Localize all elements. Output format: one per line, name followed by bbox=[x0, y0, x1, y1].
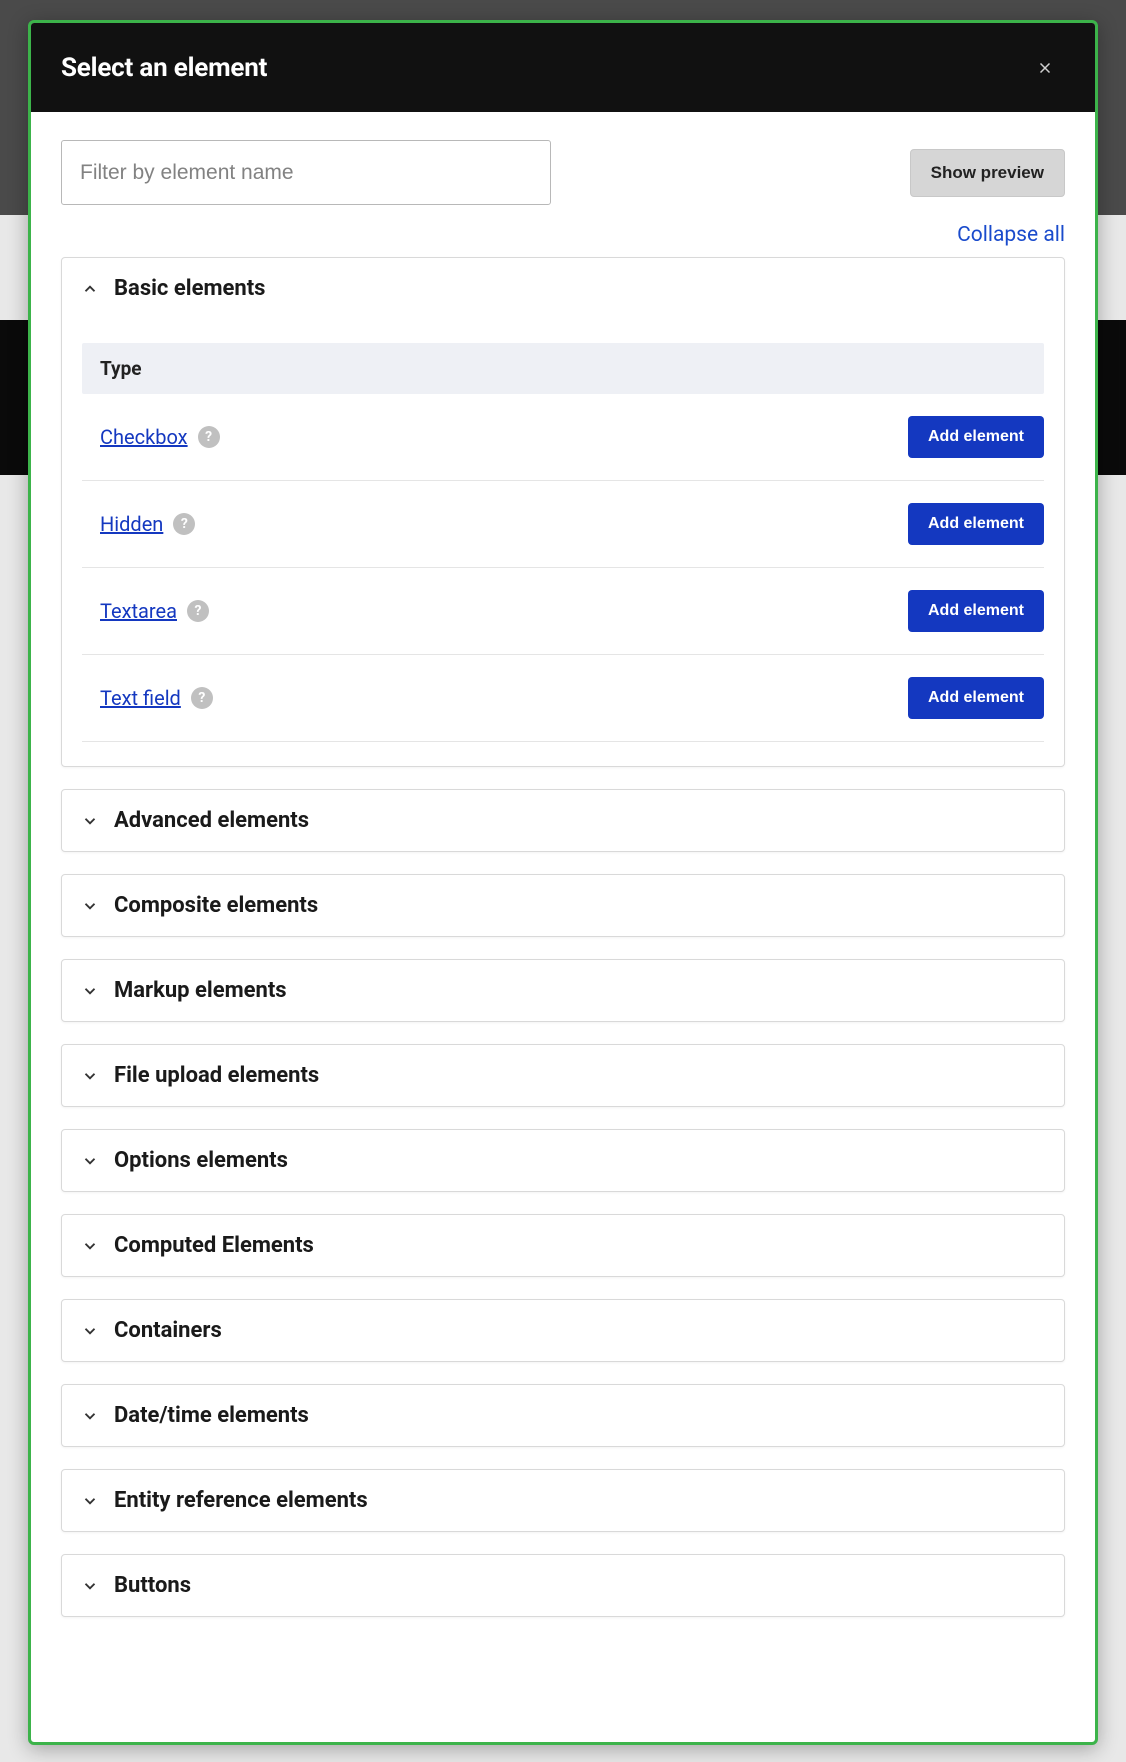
section-entity-reference-elements: Entity reference elements bbox=[61, 1469, 1065, 1532]
add-element-button[interactable]: Add element bbox=[908, 590, 1044, 632]
element-left: Hidden ? bbox=[100, 512, 195, 536]
chevron-down-icon bbox=[80, 1321, 100, 1341]
element-row-text-field: Text field ? Add element bbox=[82, 655, 1044, 742]
section-title: File upload elements bbox=[114, 1063, 319, 1088]
add-element-button[interactable]: Add element bbox=[908, 416, 1044, 458]
close-icon bbox=[1036, 59, 1054, 77]
section-header-entity-ref[interactable]: Entity reference elements bbox=[62, 1470, 1064, 1531]
section-buttons: Buttons bbox=[61, 1554, 1065, 1617]
modal-header: Select an element bbox=[31, 23, 1095, 112]
chevron-down-icon bbox=[80, 1576, 100, 1596]
chevron-down-icon bbox=[80, 1236, 100, 1256]
section-header-containers[interactable]: Containers bbox=[62, 1300, 1064, 1361]
section-header-composite[interactable]: Composite elements bbox=[62, 875, 1064, 936]
section-containers: Containers bbox=[61, 1299, 1065, 1362]
section-title: Containers bbox=[114, 1318, 222, 1343]
add-element-button[interactable]: Add element bbox=[908, 677, 1044, 719]
section-file-upload-elements: File upload elements bbox=[61, 1044, 1065, 1107]
show-preview-button[interactable]: Show preview bbox=[910, 149, 1065, 197]
chevron-down-icon bbox=[80, 1066, 100, 1086]
select-element-modal: Select an element Show preview Collapse … bbox=[28, 20, 1098, 1745]
type-column-header: Type bbox=[82, 343, 1044, 394]
element-link-checkbox[interactable]: Checkbox bbox=[100, 425, 188, 449]
add-element-button[interactable]: Add element bbox=[908, 503, 1044, 545]
section-body-basic: Type Checkbox ? Add element Hidden ? Add… bbox=[62, 319, 1064, 766]
section-title: Computed Elements bbox=[114, 1233, 314, 1258]
section-markup-elements: Markup elements bbox=[61, 959, 1065, 1022]
section-title: Entity reference elements bbox=[114, 1488, 368, 1513]
element-left: Textarea ? bbox=[100, 599, 209, 623]
section-header-buttons[interactable]: Buttons bbox=[62, 1555, 1064, 1616]
element-left: Checkbox ? bbox=[100, 425, 220, 449]
section-header-options[interactable]: Options elements bbox=[62, 1130, 1064, 1191]
element-row-textarea: Textarea ? Add element bbox=[82, 568, 1044, 655]
collapse-row: Collapse all bbox=[61, 223, 1065, 247]
section-title: Composite elements bbox=[114, 893, 318, 918]
section-composite-elements: Composite elements bbox=[61, 874, 1065, 937]
chevron-down-icon bbox=[80, 1406, 100, 1426]
collapse-all-link[interactable]: Collapse all bbox=[957, 223, 1065, 247]
section-options-elements: Options elements bbox=[61, 1129, 1065, 1192]
top-row: Show preview bbox=[61, 140, 1065, 205]
chevron-down-icon bbox=[80, 1151, 100, 1171]
chevron-up-icon bbox=[80, 279, 100, 299]
section-title: Options elements bbox=[114, 1148, 288, 1173]
section-header-basic[interactable]: Basic elements bbox=[62, 258, 1064, 319]
element-link-textarea[interactable]: Textarea bbox=[100, 599, 177, 623]
section-header-datetime[interactable]: Date/time elements bbox=[62, 1385, 1064, 1446]
help-icon[interactable]: ? bbox=[191, 687, 213, 709]
help-icon[interactable]: ? bbox=[173, 513, 195, 535]
chevron-down-icon bbox=[80, 811, 100, 831]
chevron-down-icon bbox=[80, 896, 100, 916]
section-title: Date/time elements bbox=[114, 1403, 309, 1428]
section-title: Basic elements bbox=[114, 276, 265, 301]
element-link-hidden[interactable]: Hidden bbox=[100, 512, 163, 536]
section-title: Buttons bbox=[114, 1573, 191, 1598]
section-header-advanced[interactable]: Advanced elements bbox=[62, 790, 1064, 851]
element-left: Text field ? bbox=[100, 686, 213, 710]
section-datetime-elements: Date/time elements bbox=[61, 1384, 1065, 1447]
section-computed-elements: Computed Elements bbox=[61, 1214, 1065, 1277]
section-header-file-upload[interactable]: File upload elements bbox=[62, 1045, 1064, 1106]
section-header-computed[interactable]: Computed Elements bbox=[62, 1215, 1064, 1276]
chevron-down-icon bbox=[80, 1491, 100, 1511]
help-icon[interactable]: ? bbox=[198, 426, 220, 448]
element-row-hidden: Hidden ? Add element bbox=[82, 481, 1044, 568]
section-header-markup[interactable]: Markup elements bbox=[62, 960, 1064, 1021]
section-advanced-elements: Advanced elements bbox=[61, 789, 1065, 852]
help-icon[interactable]: ? bbox=[187, 600, 209, 622]
section-basic-elements: Basic elements Type Checkbox ? Add eleme… bbox=[61, 257, 1065, 767]
modal-body: Show preview Collapse all Basic elements… bbox=[31, 112, 1095, 1679]
section-title: Advanced elements bbox=[114, 808, 309, 833]
chevron-down-icon bbox=[80, 981, 100, 1001]
element-link-text-field[interactable]: Text field bbox=[100, 686, 181, 710]
modal-title: Select an element bbox=[61, 53, 267, 83]
section-title: Markup elements bbox=[114, 978, 287, 1003]
filter-input[interactable] bbox=[61, 140, 551, 205]
element-row-checkbox: Checkbox ? Add element bbox=[82, 394, 1044, 481]
close-button[interactable] bbox=[1025, 48, 1065, 88]
